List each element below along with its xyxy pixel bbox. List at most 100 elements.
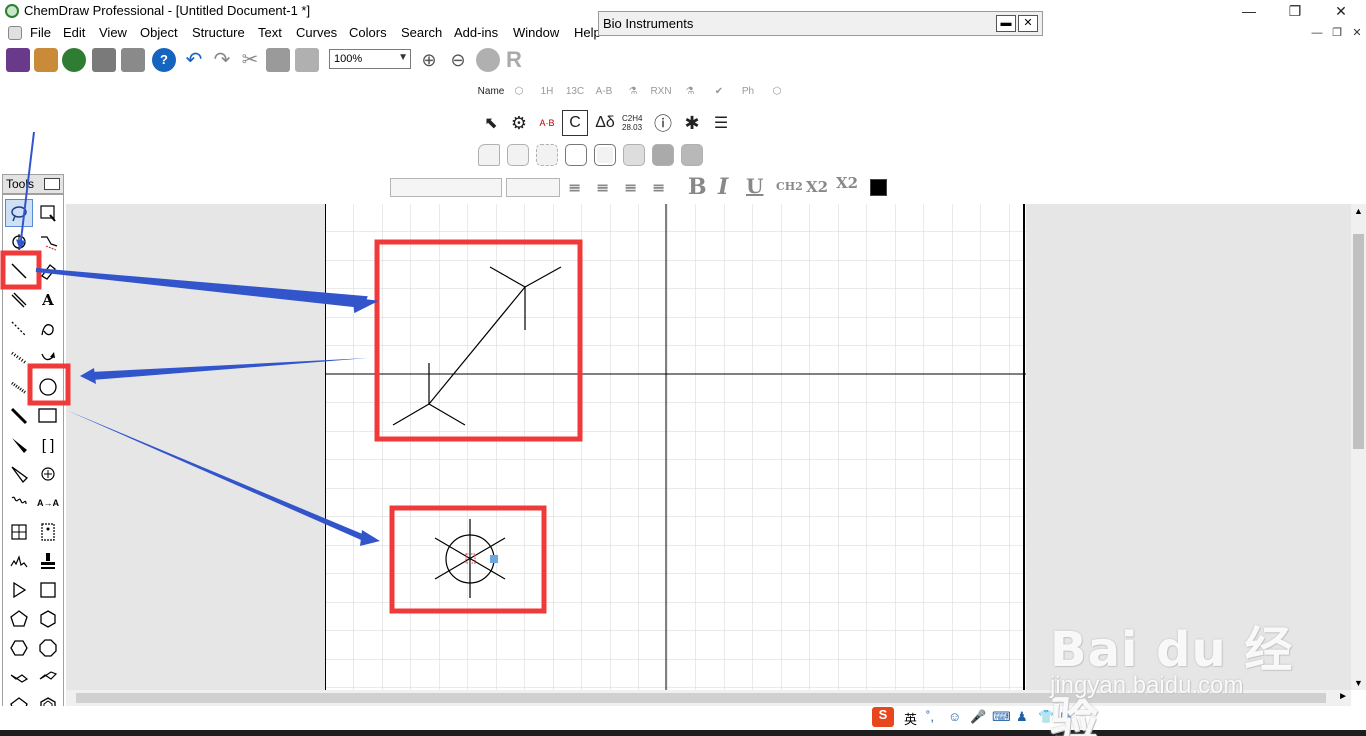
menu-object[interactable]: Object (140, 25, 178, 40)
menu-curves[interactable]: Curves (296, 25, 337, 40)
info-icon[interactable]: ⓘ (650, 110, 676, 136)
user-icon[interactable]: ♟ (1016, 709, 1028, 725)
scroll-down-icon[interactable]: ▼ (1354, 678, 1363, 688)
c-nmr-tool[interactable]: 13C (562, 78, 588, 104)
vertical-scrollbar[interactable]: ▲ ▼ (1351, 204, 1366, 690)
align-center-icon[interactable]: ≡ (596, 178, 609, 197)
emoji-icon[interactable]: ☺ (948, 709, 961, 724)
zoom-select[interactable]: 100% ▼ (329, 49, 411, 69)
maximize-button[interactable]: ❐ (1272, 0, 1318, 22)
chair-2-tool[interactable] (34, 663, 62, 691)
wedge-hashed-bond-tool[interactable] (5, 373, 33, 401)
scroll-up-icon[interactable]: ▲ (1354, 206, 1363, 216)
struct-to-name-tool[interactable]: Name (478, 78, 505, 104)
zoom-in-icon[interactable]: ⊕ (417, 48, 441, 72)
stamp-tool[interactable] (34, 547, 62, 575)
document-list-icon[interactable]: ☰ (708, 110, 734, 136)
close-button[interactable]: ✕ (1318, 0, 1364, 22)
vertical-scroll-thumb[interactable] (1353, 234, 1364, 449)
italic-button[interactable]: I (718, 174, 728, 200)
doc-minimize-button[interactable]: — (1308, 26, 1326, 40)
align-left-icon[interactable]: ≡ (568, 178, 581, 197)
round-rect-button[interactable] (507, 144, 529, 166)
bio-close-button[interactable]: ✕ (1018, 15, 1038, 32)
cloud-icon[interactable] (476, 48, 500, 72)
menu-add-ins[interactable]: Add-ins (454, 25, 498, 40)
menu-search[interactable]: Search (401, 25, 442, 40)
menu-view[interactable]: View (99, 25, 127, 40)
undo-icon[interactable]: ↶ (182, 48, 206, 72)
subscript-button[interactable]: X2 (806, 178, 828, 196)
help-icon[interactable]: ? (152, 48, 176, 72)
justify-icon[interactable]: ≡ (652, 178, 665, 197)
marquee-tool[interactable] (34, 199, 62, 227)
filled-rect-button[interactable] (623, 144, 645, 166)
chair-1-tool[interactable] (5, 663, 33, 691)
brackets-tool[interactable]: [ ] (34, 431, 62, 459)
flask-icon[interactable]: ⚗ (677, 78, 703, 104)
doc-close-button[interactable]: ✕ (1348, 26, 1366, 40)
menu-window[interactable]: Window (513, 25, 559, 40)
cut-icon[interactable]: ✂ (238, 48, 262, 72)
hexagon-ring-tool[interactable] (34, 605, 62, 633)
ab-tool[interactable]: A·B (534, 110, 560, 136)
phenyl-expand-icon[interactable]: ⬡ (764, 78, 790, 104)
gear-icon[interactable]: ⚙ (506, 110, 532, 136)
rounded-corner-button[interactable] (478, 144, 500, 166)
font-size-select[interactable] (506, 178, 560, 197)
tlc-tool[interactable] (34, 518, 62, 546)
text-tool[interactable]: A (34, 286, 62, 314)
microphone-icon[interactable]: 🎤 (970, 709, 986, 725)
hashed-bond-tool[interactable] (5, 344, 33, 372)
paste-icon[interactable] (295, 48, 319, 72)
atom-map-tool[interactable]: A→A (34, 489, 62, 517)
pen-tool[interactable] (34, 315, 62, 343)
print-icon[interactable] (121, 48, 145, 72)
document-icon[interactable] (8, 26, 22, 40)
copy-icon[interactable] (266, 48, 290, 72)
cyclohexene-tool[interactable] (34, 634, 62, 662)
c-label-tool[interactable]: C (562, 110, 588, 136)
bio-restore-button[interactable]: ▬ (996, 15, 1016, 32)
open-folder-icon[interactable] (34, 48, 58, 72)
lasso-tool[interactable] (5, 199, 33, 227)
hollow-wedge-tool[interactable] (5, 460, 33, 488)
redo-icon[interactable]: ↷ (210, 48, 234, 72)
outline-rect-button[interactable] (565, 144, 587, 166)
formula-tool[interactable]: C2H4 28.03 (622, 110, 648, 136)
reaction-icon[interactable]: ⚗ (620, 78, 646, 104)
molecule-icon[interactable]: ✱ (679, 110, 705, 136)
single-bond-tool[interactable] (5, 257, 33, 285)
bold-bond-tool[interactable] (5, 402, 33, 430)
menu-edit[interactable]: Edit (63, 25, 85, 40)
minimize-button[interactable]: — (1226, 0, 1272, 22)
pentagon-ring-tool[interactable] (5, 605, 33, 633)
menu-colors[interactable]: Colors (349, 25, 387, 40)
text-color-swatch[interactable] (870, 179, 887, 196)
triangle-ring-tool[interactable] (5, 576, 33, 604)
doc-restore-button[interactable]: ❐ (1328, 26, 1346, 40)
save-icon[interactable] (92, 48, 116, 72)
wavy-bond-tool[interactable] (5, 489, 33, 517)
menu-file[interactable]: File (30, 25, 51, 40)
cyclohexane-tool[interactable] (5, 634, 33, 662)
gray-rect-button[interactable] (681, 144, 703, 166)
new-document-icon[interactable] (6, 48, 30, 72)
r-script-icon[interactable]: R (506, 48, 530, 72)
palette-minimize-button[interactable] (44, 178, 60, 190)
reaction-tool[interactable]: RXN (648, 78, 674, 104)
bold-button[interactable]: B (688, 174, 707, 200)
menu-help[interactable]: Help (574, 25, 601, 40)
align-right-icon[interactable]: ≡ (624, 178, 637, 197)
punctuation-icon[interactable]: ˚, (926, 709, 934, 724)
zoom-out-icon[interactable]: ⊖ (446, 48, 470, 72)
open-template-icon[interactable] (62, 48, 86, 72)
spectrum-draw-tool[interactable] (5, 547, 33, 575)
scroll-right-icon[interactable]: ► (1338, 691, 1348, 702)
spectrum-tool[interactable]: A-B (591, 78, 617, 104)
h-nmr-tool[interactable]: 1H (534, 78, 560, 104)
keyboard-icon[interactable]: ⌨ (992, 709, 1011, 725)
select-cursor-icon[interactable]: ⬉ (478, 110, 504, 136)
eraser-tool[interactable] (34, 257, 62, 285)
dashed-bond-tool[interactable] (5, 315, 33, 343)
